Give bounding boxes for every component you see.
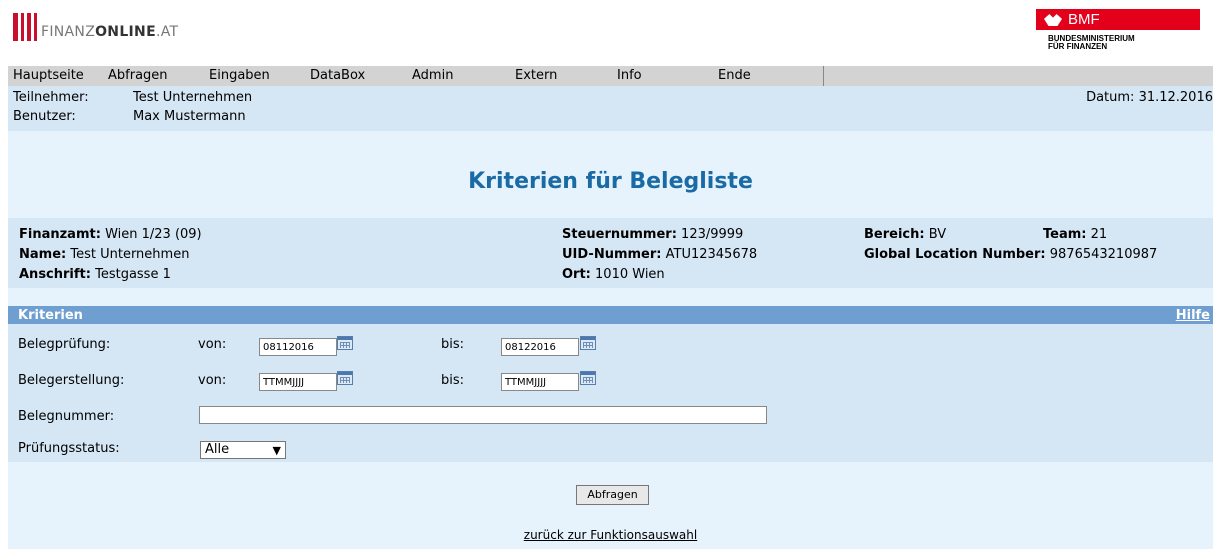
uid-info: UID-Nummer: ATU12345678 — [562, 247, 758, 262]
team-info: Team: 21 — [1043, 227, 1108, 242]
menu-admin[interactable]: Admin — [412, 68, 453, 83]
menu-abfragen[interactable]: Abfragen — [108, 68, 168, 83]
menu-info[interactable]: Info — [617, 68, 642, 83]
menu-databox[interactable]: DataBox — [310, 68, 365, 83]
user-value: Max Mustermann — [133, 109, 246, 124]
belegnummer-label: Belegnummer: — [18, 409, 115, 424]
user-label: Benutzer: — [13, 109, 76, 124]
belegerstellung-label: Belegerstellung: — [18, 373, 125, 388]
menu-ende[interactable]: Ende — [718, 68, 751, 83]
gln-info: Global Location Number: 9876543210987 — [864, 247, 1158, 262]
back-link[interactable]: zurück zur Funktionsauswahl — [8, 528, 1213, 542]
finanzonline-logo[interactable]: FINANZONLINE.AT — [41, 24, 178, 40]
criteria-form: Belegprüfung: von: bis: Belegerstellung:… — [8, 324, 1213, 462]
belegpruefung-label: Belegprüfung: — [18, 337, 111, 352]
participant-value: Test Unternehmen — [133, 90, 253, 105]
belegerstellung-bis-input[interactable] — [501, 373, 579, 391]
header: FINANZONLINE.AT BMF BUNDESMINISTERIUM FÜ… — [0, 0, 1213, 66]
calendar-icon[interactable] — [580, 371, 596, 385]
participant-label: Teilnehmer: — [13, 90, 89, 105]
title-area: Kriterien für Belegliste — [8, 131, 1213, 218]
page-title: Kriterien für Belegliste — [468, 169, 753, 194]
status-select-value: Alle — [205, 442, 230, 457]
finanzamt-info: Finanzamt: Wien 1/23 (09) — [19, 227, 202, 242]
menu-hauptseite[interactable]: Hauptseite — [13, 68, 84, 83]
belegerstellung-bis-label: bis: — [441, 373, 465, 388]
area-info: Bereich: BV — [864, 227, 947, 242]
belegpruefung-bis-label: bis: — [441, 337, 465, 352]
spacer — [8, 288, 1213, 306]
belegerstellung-von-input[interactable] — [259, 373, 337, 391]
help-link[interactable]: Hilfe — [1176, 308, 1210, 323]
belegerstellung-von-label: von: — [198, 373, 227, 388]
calendar-icon[interactable] — [580, 336, 596, 350]
address-info: Anschrift: Testgasse 1 — [19, 267, 171, 282]
criteria-title: Kriterien — [18, 308, 83, 323]
location-info: Ort: 1010 Wien — [562, 267, 665, 282]
name-info: Name: Test Unternehmen — [19, 247, 190, 262]
eagle-icon — [1044, 14, 1062, 27]
belegpruefung-von-label: von: — [198, 337, 227, 352]
tax-number-info: Steuernummer: 123/9999 — [562, 227, 744, 242]
status-label: Prüfungsstatus: — [18, 441, 120, 456]
calendar-icon[interactable] — [337, 336, 353, 350]
belegnummer-input[interactable] — [199, 406, 767, 424]
menu-extern[interactable]: Extern — [515, 68, 557, 83]
belegpruefung-bis-input[interactable] — [501, 338, 579, 356]
main-menu: Hauptseite Abfragen Eingaben DataBox Adm… — [8, 66, 1213, 86]
actions-area: Abfragen zurück zur Funktionsauswahl — [8, 462, 1213, 549]
date-display: Datum: 31.12.2016 — [1086, 90, 1213, 105]
taxpayer-info: Finanzamt: Wien 1/23 (09) Name: Test Unt… — [8, 218, 1213, 288]
chevron-down-icon: ▼ — [272, 444, 281, 457]
menu-eingaben[interactable]: Eingaben — [209, 68, 270, 83]
criteria-header: Kriterien Hilfe — [8, 306, 1213, 324]
calendar-icon[interactable] — [337, 371, 353, 385]
status-select[interactable]: Alle ▼ — [200, 441, 286, 459]
user-info-bar: Teilnehmer: Test Unternehmen Benutzer: M… — [8, 86, 1213, 131]
abfragen-button[interactable]: Abfragen — [576, 485, 649, 505]
belegpruefung-von-input[interactable] — [259, 338, 337, 356]
bmf-logo[interactable]: BMF BUNDESMINISTERIUM FÜR FINANZEN — [1036, 9, 1200, 51]
